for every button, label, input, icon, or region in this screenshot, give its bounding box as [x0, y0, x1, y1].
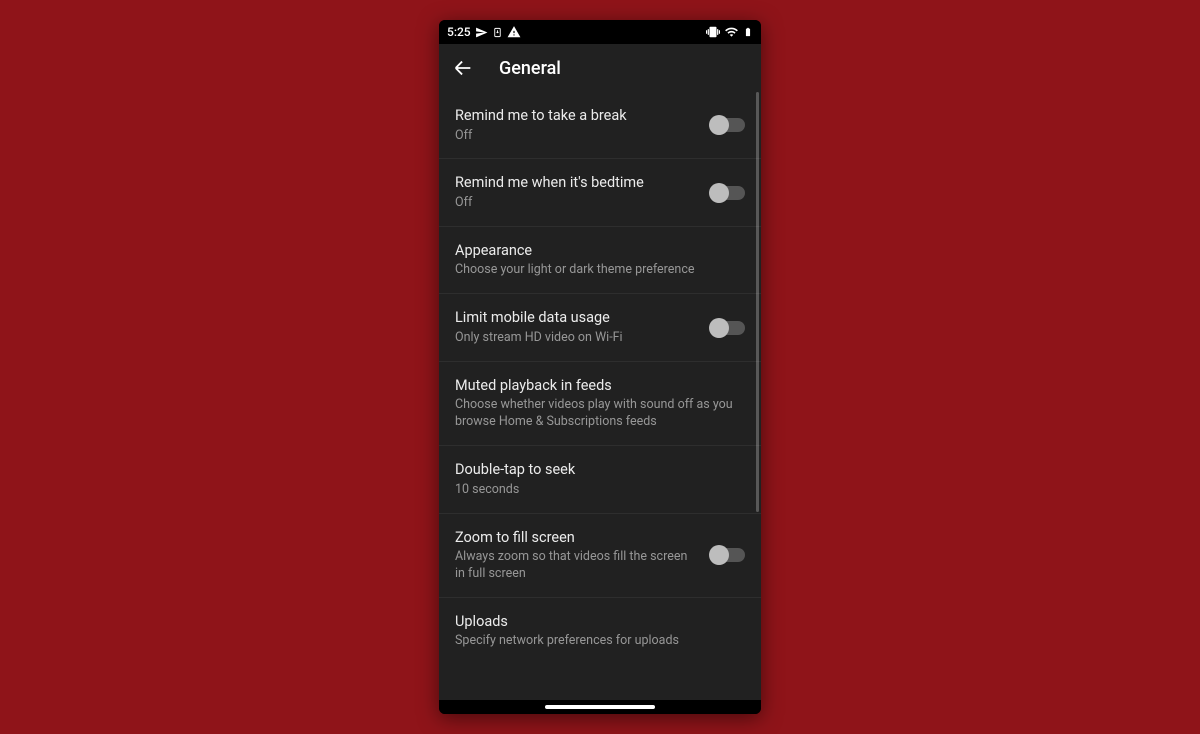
toggle-remind-bedtime[interactable] [711, 186, 745, 200]
setting-uploads[interactable]: Uploads Specify network preferences for … [439, 598, 761, 664]
home-indicator[interactable] [545, 705, 655, 709]
app-bar: General [439, 44, 761, 92]
warning-icon [507, 25, 521, 39]
setting-remind-bedtime[interactable]: Remind me when it's bedtime Off [439, 159, 761, 226]
setting-appearance[interactable]: Appearance Choose your light or dark the… [439, 227, 761, 294]
setting-subtitle: Always zoom so that videos fill the scre… [455, 549, 699, 583]
setting-subtitle: 10 seconds [455, 482, 733, 499]
vibrate-icon [706, 25, 720, 39]
setting-muted-playback[interactable]: Muted playback in feeds Choose whether v… [439, 362, 761, 446]
setting-title: Zoom to fill screen [455, 528, 699, 548]
setting-subtitle: Off [455, 195, 699, 212]
setting-subtitle: Specify network preferences for uploads [455, 633, 733, 650]
wifi-icon [724, 25, 739, 39]
setting-subtitle: Choose your light or dark theme preferen… [455, 262, 733, 279]
setting-subtitle: Off [455, 128, 699, 145]
toggle-remind-break[interactable] [711, 118, 745, 132]
arrow-left-icon [452, 57, 474, 79]
back-button[interactable] [447, 52, 479, 84]
setting-subtitle: Choose whether videos play with sound of… [455, 397, 733, 431]
setting-title: Remind me when it's bedtime [455, 173, 699, 193]
setting-limit-data[interactable]: Limit mobile data usage Only stream HD v… [439, 294, 761, 361]
setting-title: Muted playback in feeds [455, 376, 733, 396]
setting-zoom-fill[interactable]: Zoom to fill screen Always zoom so that … [439, 514, 761, 598]
status-bar: 5:25 [439, 20, 761, 44]
settings-list[interactable]: Remind me to take a break Off Remind me … [439, 92, 761, 700]
send-icon [475, 26, 488, 39]
setting-double-tap-seek[interactable]: Double-tap to seek 10 seconds [439, 446, 761, 513]
setting-title: Remind me to take a break [455, 106, 699, 126]
phone-frame: 5:25 General [439, 20, 761, 714]
update-icon [492, 27, 503, 38]
setting-title: Uploads [455, 612, 733, 632]
status-time: 5:25 [447, 25, 471, 39]
setting-title: Double-tap to seek [455, 460, 733, 480]
setting-title: Limit mobile data usage [455, 308, 699, 328]
battery-icon [743, 25, 753, 39]
toggle-zoom-fill[interactable] [711, 548, 745, 562]
nav-bar [439, 700, 761, 714]
scroll-indicator [756, 92, 759, 512]
setting-title: Appearance [455, 241, 733, 261]
page-title: General [499, 58, 561, 79]
setting-subtitle: Only stream HD video on Wi-Fi [455, 330, 699, 347]
setting-remind-break[interactable]: Remind me to take a break Off [439, 92, 761, 159]
toggle-limit-data[interactable] [711, 321, 745, 335]
